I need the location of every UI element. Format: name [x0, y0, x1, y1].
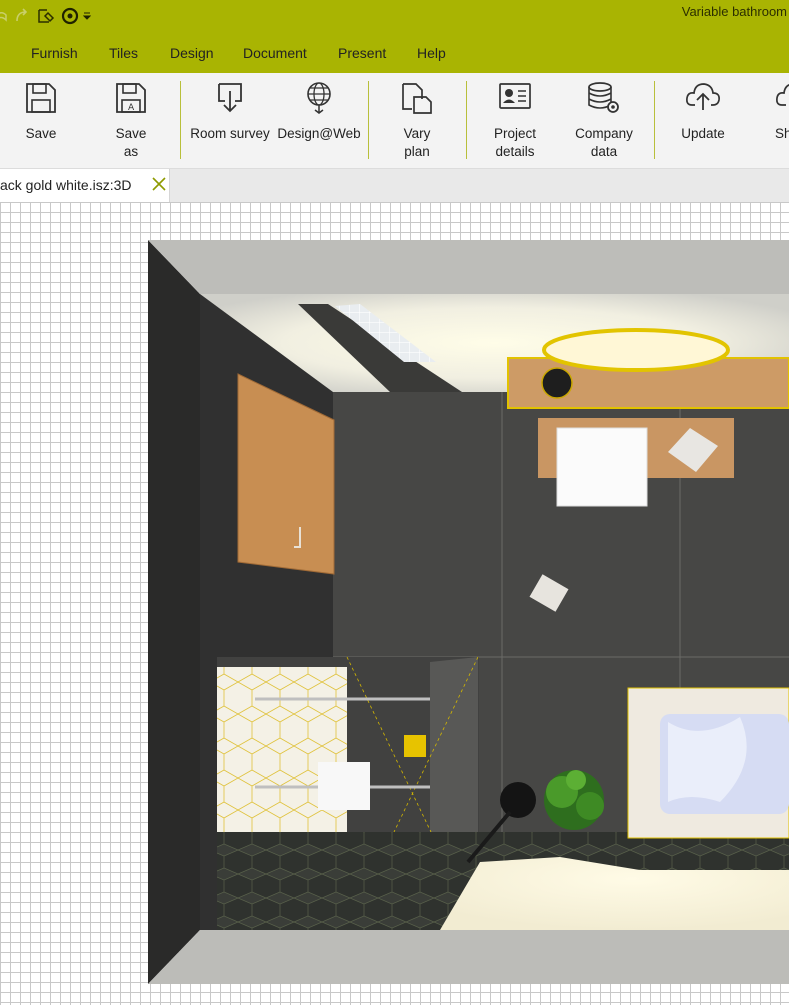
save-icon — [14, 79, 68, 125]
svg-text:A: A — [128, 103, 135, 113]
shower-seat — [318, 762, 370, 810]
save-as-icon: A — [104, 79, 158, 125]
design-web-icon — [276, 79, 362, 125]
save-as-button[interactable]: A Save as — [104, 79, 158, 161]
menu-bar: Furnish Tiles Design Document Present He… — [0, 33, 789, 73]
project-details-button[interactable]: Project details — [480, 79, 550, 161]
company-data-label: Company data — [575, 126, 633, 159]
share-button[interactable]: Sh — [772, 79, 789, 143]
ribbon-toolbar: Save A Save as Room survey Design@Web Va… — [0, 73, 789, 169]
document-tab[interactable]: ack gold white.isz:3D — [0, 169, 170, 202]
close-icon[interactable] — [151, 176, 167, 192]
room-survey-icon — [186, 79, 274, 125]
washbasin — [556, 427, 648, 507]
design-web-button[interactable]: Design@Web — [276, 79, 362, 143]
menu-present[interactable]: Present — [338, 45, 386, 61]
stand-object — [500, 782, 536, 818]
round-mirror — [542, 328, 730, 372]
share-icon — [772, 79, 789, 125]
undo-icon[interactable] — [0, 6, 8, 26]
redo-icon[interactable] — [14, 6, 30, 26]
ribbon-separator — [368, 81, 369, 159]
company-data-button[interactable]: Company data — [568, 79, 640, 161]
company-data-icon — [568, 79, 640, 125]
menu-design[interactable]: Design — [170, 45, 214, 61]
menu-document[interactable]: Document — [243, 45, 307, 61]
room-survey-button[interactable]: Room survey — [186, 79, 274, 143]
target-icon[interactable] — [61, 6, 79, 26]
title-bar: Variable bathroom — [0, 0, 789, 33]
document-tab-strip: ack gold white.isz:3D — [0, 169, 789, 202]
menu-tiles[interactable]: Tiles — [109, 45, 138, 61]
save-as-label: Save as — [115, 126, 147, 159]
new-icon[interactable] — [37, 6, 55, 26]
front-wall-bottom — [148, 930, 789, 984]
ribbon-separator — [466, 81, 467, 159]
ribbon-separator — [654, 81, 655, 159]
bathroom-3d-scene — [148, 240, 789, 984]
app-title: Variable bathroom — [681, 4, 787, 19]
save-label: Save — [25, 126, 57, 141]
sink-drain — [541, 367, 573, 399]
menu-help[interactable]: Help — [417, 45, 446, 61]
update-label: Update — [681, 126, 725, 141]
plant — [544, 770, 604, 830]
vary-plan-icon — [390, 79, 444, 125]
vary-plan-button[interactable]: Vary plan — [390, 79, 444, 161]
3d-viewport[interactable] — [0, 202, 789, 1005]
menu-furnish[interactable]: Furnish — [31, 45, 78, 61]
project-details-icon — [480, 79, 550, 125]
ribbon-separator — [180, 81, 181, 159]
design-web-label: Design@Web — [277, 126, 361, 141]
cloud-upload-icon — [674, 79, 732, 125]
save-button[interactable]: Save — [14, 79, 68, 143]
back-wall-top — [148, 240, 789, 294]
update-button[interactable]: Update — [674, 79, 732, 143]
room-survey-label: Room survey — [190, 126, 270, 141]
vary-plan-label: Vary plan — [403, 126, 431, 159]
share-label: Sh — [775, 126, 789, 141]
left-wall — [148, 240, 200, 984]
project-details-label: Project details — [493, 126, 537, 159]
customize-dropdown-icon[interactable] — [83, 6, 91, 26]
shower-drain — [404, 735, 426, 757]
document-tab-label: ack gold white.isz:3D — [0, 177, 132, 193]
